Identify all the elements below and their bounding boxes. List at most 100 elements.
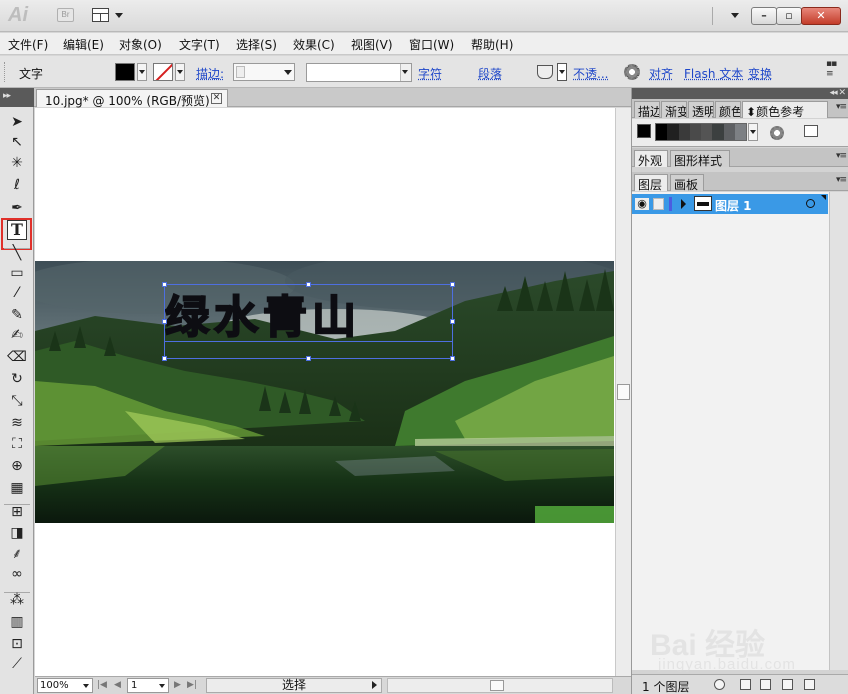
zoom-level-field[interactable]: 100% — [37, 678, 93, 693]
rotate-tool-icon[interactable]: ↻ — [7, 369, 27, 389]
text-bounding-box[interactable] — [162, 282, 455, 361]
character-panel-link[interactable]: 字符 — [418, 65, 442, 82]
artboard-number-field[interactable]: 1 — [127, 678, 169, 693]
warp-tool-icon[interactable]: ≋ — [7, 413, 27, 433]
harmony-color-cell[interactable] — [678, 124, 690, 140]
menu-view[interactable]: 视图(V) — [351, 36, 393, 53]
resize-handle[interactable] — [306, 356, 311, 361]
last-artboard-icon[interactable]: ▶| — [187, 680, 197, 690]
status-display[interactable]: 选择 — [206, 678, 382, 693]
document-tab[interactable]: 10.jpg* @ 100% (RGB/预览) ✕ — [36, 89, 228, 108]
toolbox-header[interactable]: ▸▸ — [0, 88, 34, 107]
previous-artboard-icon[interactable]: ◀ — [114, 680, 121, 690]
menu-effect[interactable]: 效果(C) — [293, 36, 335, 53]
harmony-color-cell[interactable] — [734, 124, 746, 140]
panel-menu-icon[interactable]: ▾≡ — [836, 102, 847, 112]
paintbrush-tool-icon[interactable]: ⁄ — [7, 283, 27, 303]
make-clipping-mask-icon[interactable] — [740, 679, 751, 690]
locate-object-icon[interactable] — [714, 679, 725, 690]
free-transform-tool-icon[interactable]: ⛶ — [7, 434, 27, 454]
artboard-canvas[interactable]: 绿水青山 — [35, 108, 615, 676]
delete-layer-icon[interactable] — [804, 679, 815, 690]
base-color-swatch[interactable] — [637, 124, 651, 138]
character-style-dropdown[interactable] — [400, 64, 411, 81]
menu-edit[interactable]: 编辑(E) — [63, 36, 104, 53]
flash-text-link[interactable]: Flash 文本 — [684, 65, 743, 82]
next-artboard-icon[interactable]: ▶ — [174, 680, 181, 690]
line-segment-tool-icon[interactable]: ╲ — [7, 243, 27, 263]
selection-tool-icon[interactable]: ➤ — [7, 112, 27, 132]
bridge-button[interactable]: Br — [57, 8, 74, 22]
resize-handle[interactable] — [162, 319, 167, 324]
menu-file[interactable]: 文件(F) — [8, 36, 48, 53]
new-sublayer-icon[interactable] — [760, 679, 771, 690]
harmony-color-cell[interactable] — [712, 124, 724, 140]
stroke-spinner[interactable] — [236, 66, 245, 78]
panel-menu-icon[interactable]: ▾≡ — [836, 175, 847, 185]
direct-selection-tool-icon[interactable]: ↖ — [7, 132, 27, 152]
rectangle-tool-icon[interactable]: ▭ — [7, 263, 27, 283]
align-panel-link[interactable]: 对齐 — [649, 65, 673, 82]
horizontal-scroll-thumb[interactable] — [490, 680, 504, 691]
blob-brush-tool-icon[interactable]: ✍ — [7, 325, 27, 345]
eraser-tool-icon[interactable]: ⌫ — [7, 347, 27, 367]
harmony-color-cell[interactable] — [656, 124, 668, 140]
resize-handle[interactable] — [306, 282, 311, 287]
resize-handle[interactable] — [450, 319, 455, 324]
character-style-field[interactable] — [306, 63, 412, 82]
magic-wand-tool-icon[interactable]: ✳ — [7, 153, 27, 173]
visibility-eye-icon[interactable]: ◉ — [635, 198, 649, 210]
panel-menu-icon[interactable]: ▾≡ — [836, 151, 847, 161]
blend-tool-icon[interactable]: ∞ — [7, 564, 27, 584]
tab-appearance[interactable]: 外观 — [634, 150, 668, 167]
tab-color[interactable]: 颜色 — [715, 101, 741, 118]
harmony-color-bar[interactable] — [655, 123, 747, 141]
resize-handle[interactable] — [450, 282, 455, 287]
perspective-grid-tool-icon[interactable]: ▦ — [7, 478, 27, 498]
control-bar-grip[interactable] — [4, 62, 8, 82]
type-tool-icon[interactable]: T — [7, 220, 27, 240]
symbol-sprayer-tool-icon[interactable]: ⁂ — [7, 590, 27, 610]
first-artboard-icon[interactable]: |◀ — [97, 680, 107, 690]
tab-gradient[interactable]: 渐变 — [661, 101, 687, 118]
recolor-artwork-icon[interactable] — [624, 64, 640, 80]
fill-color-swatch[interactable] — [115, 63, 135, 81]
pen-tool-icon[interactable]: ✒ — [7, 198, 27, 218]
tab-graphic-styles[interactable]: 图形样式 — [670, 150, 730, 167]
paragraph-panel-link[interactable]: 段落 — [478, 65, 502, 82]
minimize-button[interactable]: – — [751, 7, 777, 25]
opacity-panel-link[interactable]: 不透... — [573, 65, 608, 82]
vertical-scrollbar[interactable] — [615, 108, 631, 676]
transform-panel-link[interactable]: 变换 — [748, 65, 772, 82]
layers-scrollbar[interactable] — [829, 192, 848, 670]
lasso-tool-icon[interactable]: ℓ — [7, 175, 27, 195]
slice-tool-icon[interactable]: ⟋ — [7, 654, 27, 674]
resize-handle[interactable] — [450, 356, 455, 361]
column-graph-tool-icon[interactable]: ▥ — [7, 612, 27, 632]
tab-layers[interactable]: 图层 — [634, 174, 668, 191]
shape-builder-tool-icon[interactable]: ⊕ — [7, 456, 27, 476]
gradient-tool-icon[interactable]: ◨ — [7, 523, 27, 543]
menu-select[interactable]: 选择(S) — [236, 36, 277, 53]
tab-stroke[interactable]: 描边 — [634, 101, 660, 118]
workspace-switcher-dropdown[interactable] — [731, 13, 739, 18]
scale-tool-icon[interactable]: ⤡ — [7, 391, 27, 411]
stroke-dropdown[interactable] — [175, 63, 185, 81]
panel-menu-icon[interactable]: ▪▪ ≡ — [826, 59, 837, 79]
fill-dropdown[interactable] — [137, 63, 147, 81]
artboard-tool-icon[interactable]: ⊡ — [7, 634, 27, 654]
save-color-group-icon[interactable] — [804, 125, 818, 137]
expand-triangle-icon[interactable] — [681, 199, 686, 209]
layer-row[interactable]: ◉ 图层 1 — [632, 194, 828, 214]
tab-transparency[interactable]: 透明 — [688, 101, 714, 118]
close-window-button[interactable]: ✕ — [801, 7, 841, 25]
harmony-color-cell[interactable] — [701, 124, 713, 140]
tab-artboards[interactable]: 画板 — [670, 174, 704, 191]
mesh-tool-icon[interactable]: ⊞ — [7, 502, 27, 522]
resize-handle[interactable] — [162, 282, 167, 287]
tab-color-guide[interactable]: ⬍颜色参考 — [742, 101, 828, 118]
menu-window[interactable]: 窗口(W) — [409, 36, 454, 53]
vertical-scroll-thumb[interactable] — [617, 384, 630, 400]
arrange-documents-button[interactable] — [92, 8, 124, 23]
status-menu-icon[interactable] — [372, 681, 377, 689]
